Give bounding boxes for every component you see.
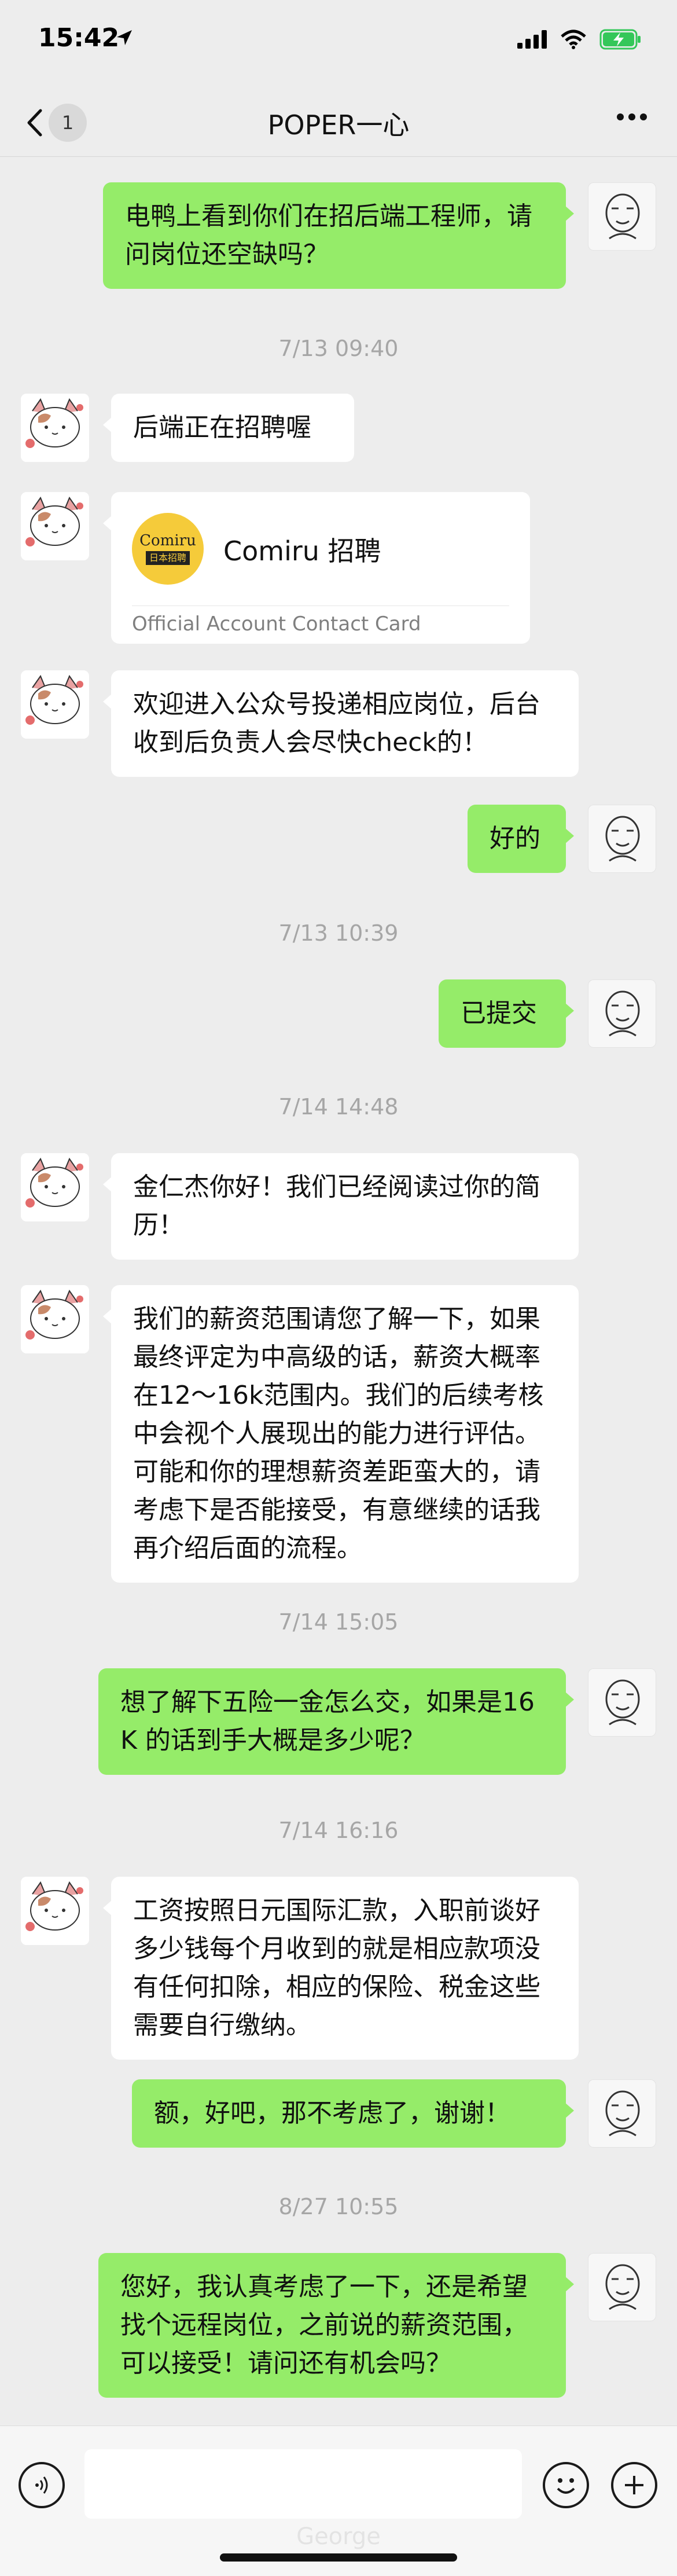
contact-card[interactable]: Comiru 日本招聘 Comiru 招聘 Official Account C…	[103, 492, 530, 644]
my-avatar[interactable]	[588, 979, 656, 1048]
incoming-message[interactable]: 欢迎进入公众号投递相应岗位，后台收到后负责人会尽快check的！	[103, 670, 579, 777]
cat-avatar-icon	[21, 670, 89, 739]
more-icon[interactable]	[616, 112, 648, 122]
contact-avatar[interactable]	[21, 1877, 89, 1945]
battery-charging-icon	[599, 29, 641, 50]
cat-avatar-icon	[21, 492, 89, 560]
input-bar: George	[0, 2425, 677, 2576]
message-timestamp: 7/14 14:48	[278, 1094, 399, 1120]
avatar-face-icon	[605, 193, 640, 240]
contact-avatar[interactable]	[21, 1153, 89, 1221]
card-type-label: Official Account Contact Card	[132, 612, 421, 636]
avatar-face-icon	[605, 990, 640, 1037]
my-avatar[interactable]	[588, 2253, 656, 2321]
signal-icon	[517, 30, 547, 49]
avatar-face-icon	[605, 1679, 640, 1726]
wifi-icon	[561, 30, 586, 49]
incoming-message[interactable]: 后端正在招聘喔	[103, 394, 354, 462]
message-list[interactable]: 电鸭上看到你们在招后端工程师，请问岗位还空缺吗？ 7/13 09:40 后端正在…	[0, 156, 677, 2425]
outgoing-message[interactable]: 好的	[468, 805, 574, 873]
nav-bar: 1 POPER一心	[0, 87, 677, 157]
my-avatar[interactable]	[588, 182, 656, 251]
card-name: Comiru 招聘	[223, 535, 381, 567]
emoji-icon	[557, 2478, 575, 2494]
message-timestamp: 7/13 10:39	[278, 920, 399, 946]
outgoing-message[interactable]: 电鸭上看到你们在招后端工程师，请问岗位还空缺吗？	[103, 182, 574, 289]
location-arrow-icon	[117, 30, 132, 45]
message-timestamp: 8/27 10:55	[278, 2194, 399, 2219]
watermark-text: George	[296, 2523, 381, 2550]
contact-avatar[interactable]	[21, 670, 89, 739]
cat-avatar-icon	[21, 394, 89, 462]
my-avatar[interactable]	[588, 805, 656, 873]
outgoing-message[interactable]: 额，好吧，那不考虑了，谢谢！	[132, 2079, 574, 2148]
card-logo-subtext: 日本招聘	[145, 551, 190, 565]
message-timestamp: 7/13 09:40	[278, 336, 399, 361]
plus-icon	[625, 2476, 643, 2494]
emoji-button[interactable]	[543, 2462, 589, 2508]
avatar-face-icon	[605, 816, 640, 862]
avatar-face-icon	[605, 2264, 640, 2310]
message-timestamp: 7/14 15:05	[278, 1609, 399, 1635]
avatar-face-icon	[605, 2090, 640, 2137]
voice-button[interactable]	[19, 2462, 65, 2508]
incoming-message[interactable]: 金仁杰你好！我们已经阅读过你的简历！	[103, 1153, 579, 1260]
status-bar: 15:42	[0, 0, 677, 87]
more-functions-button[interactable]	[611, 2462, 657, 2508]
voice-icon	[35, 2476, 48, 2494]
cat-avatar-icon	[21, 1877, 89, 1945]
outgoing-message[interactable]: 想了解下五险一金怎么交，如果是16K 的话到手大概是多少呢？	[98, 1668, 574, 1775]
message-input[interactable]	[84, 2449, 522, 2519]
cat-avatar-icon	[21, 1285, 89, 1353]
outgoing-message[interactable]: 已提交	[439, 979, 574, 1048]
status-indicators	[517, 29, 642, 50]
my-avatar[interactable]	[588, 2079, 656, 2148]
incoming-message[interactable]: 工资按照日元国际汇款，入职前谈好多少钱每个月收到的就是相应款项没有任何扣除，相应…	[103, 1877, 579, 2060]
incoming-message[interactable]: 我们的薪资范围请您了解一下，如果最终评定为中高级的话，薪资大概率在12～16k范…	[103, 1285, 579, 1583]
contact-avatar[interactable]	[21, 1285, 89, 1353]
message-timestamp: 7/14 16:16	[278, 1818, 399, 1843]
cat-avatar-icon	[21, 1153, 89, 1221]
contact-avatar[interactable]	[21, 492, 89, 560]
outgoing-message[interactable]: 您好，我认真考虑了一下，还是希望找个远程岗位，之前说的薪资范围，可以接受！请问还…	[98, 2253, 574, 2398]
my-avatar[interactable]	[588, 1668, 656, 1737]
chat-title: POPER一心	[267, 109, 410, 141]
card-logo: Comiru 日本招聘	[132, 513, 204, 585]
card-logo-text: Comiru	[139, 532, 196, 549]
contact-avatar[interactable]	[21, 394, 89, 462]
status-time: 15:42	[38, 23, 120, 53]
home-indicator[interactable]	[220, 2553, 457, 2562]
